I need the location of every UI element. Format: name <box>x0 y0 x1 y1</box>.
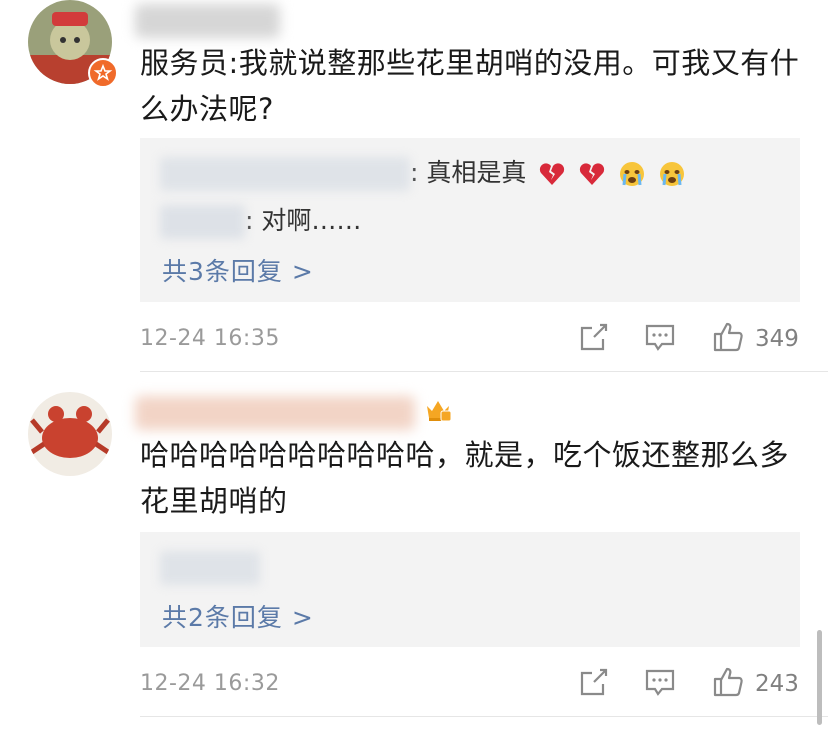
verified-badge-icon <box>88 58 118 88</box>
avatar[interactable] <box>28 392 112 476</box>
crying-face-icon <box>660 162 685 186</box>
divider <box>140 371 828 372</box>
share-icon[interactable] <box>578 665 610 699</box>
broken-heart-icon <box>580 163 605 185</box>
reply-username[interactable] <box>160 205 245 239</box>
reply-item[interactable] <box>160 550 260 585</box>
share-icon[interactable] <box>578 320 610 354</box>
crown-badge-icon <box>427 401 452 422</box>
comment-time: 12-24 16:32 <box>140 671 280 696</box>
comment-icon[interactable] <box>644 320 676 354</box>
username[interactable] <box>135 4 280 38</box>
like-icon[interactable] <box>712 665 744 699</box>
comment-time: 12-24 16:35 <box>140 326 280 351</box>
comment-meta: 12-24 16:35 349 <box>140 320 800 360</box>
reply-item[interactable]: : 对啊…… <box>160 204 361 239</box>
reply-text: : 真相是真 <box>410 158 527 187</box>
broken-heart-icon <box>540 163 565 185</box>
reply-preview-box[interactable]: 共2条回复 > <box>140 532 800 647</box>
reply-username[interactable] <box>160 157 410 191</box>
username[interactable] <box>135 396 415 430</box>
reply-item[interactable]: : 真相是真 <box>160 156 686 191</box>
comment-meta: 12-24 16:32 243 <box>140 665 800 705</box>
more-replies-link[interactable]: 共2条回复 > <box>162 598 314 634</box>
like-count: 349 <box>755 326 799 352</box>
avatar-image <box>28 392 112 476</box>
reply-username[interactable] <box>160 551 260 585</box>
divider <box>140 716 828 717</box>
reply-text: : 对啊…… <box>245 206 362 235</box>
reply-preview-box[interactable]: : 真相是真 : 对啊…… 共3条回复 > <box>140 138 800 302</box>
like-icon[interactable] <box>712 320 744 354</box>
scrollbar[interactable] <box>817 630 822 725</box>
more-replies-link[interactable]: 共3条回复 > <box>162 252 314 288</box>
crying-face-icon <box>620 162 645 186</box>
comment-text: 服务员:我就说整那些花里胡哨的没用。可我又有什么办法呢? <box>140 46 800 126</box>
like-count: 243 <box>755 671 799 697</box>
comment-icon[interactable] <box>644 665 676 699</box>
comment-text: 哈哈哈哈哈哈哈哈哈哈，就是，吃个饭还整那么多花里胡哨的 <box>140 438 790 518</box>
